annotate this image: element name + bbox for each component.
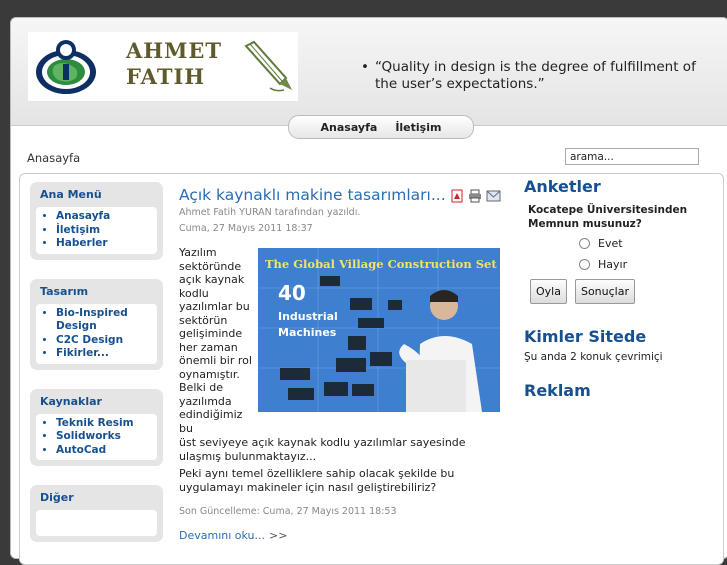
radio-button[interactable]: [579, 238, 590, 249]
menu-item-teknik-resim[interactable]: Teknik Resim: [56, 417, 153, 431]
article-author: Ahmet Fatih YURAN tarafından yazıldı.: [179, 207, 361, 218]
module-title: Ana Menü: [40, 188, 102, 201]
image-banner-text: The Global Village Construction Set: [265, 257, 497, 271]
menu-item-c2c-design[interactable]: C2C Design: [56, 334, 153, 348]
header-quote: • “Quality in design is the degree of fu…: [361, 59, 696, 92]
page-container: AHMET FATIH • “Quality in design is the …: [10, 17, 727, 565]
radio-button[interactable]: [579, 259, 590, 270]
menu-item-fikirler[interactable]: Fikirler...: [56, 347, 153, 361]
poll-option-evet[interactable]: Evet: [579, 235, 709, 252]
image-number-text: 40: [278, 281, 306, 305]
vote-button[interactable]: Oyla: [530, 279, 567, 304]
article-body: Yazılım sektöründe açık kaynak kodlu yaz…: [179, 246, 509, 435]
left-sidebar: Ana Menü Anasayfa İletişim Haberler Tasa…: [30, 182, 163, 561]
menu-module-kaynaklar: Kaynaklar Teknik Resim Solidworks AutoCa…: [30, 388, 163, 466]
menu-item-anasayfa[interactable]: Anasayfa: [56, 210, 153, 224]
image-line2-text: Machines: [278, 326, 337, 339]
image-line1-text: Industrial: [278, 310, 338, 323]
fountain-pen-icon: [244, 40, 292, 92]
poll-buttons: Oyla Sonuçlar: [530, 279, 709, 304]
read-more-arrow: >>: [269, 529, 288, 542]
poll-option-hayir[interactable]: Hayır: [579, 256, 709, 273]
module-title: Tasarım: [40, 284, 89, 298]
article-tools: [450, 189, 502, 203]
nav-item-iletisim[interactable]: İletişim: [395, 121, 441, 134]
print-icon[interactable]: [468, 189, 482, 203]
article-paragraph-2: Peki aynı temel özelliklere sahip olacak…: [179, 467, 455, 494]
article-image: The Global Village Construction Set 40 I…: [258, 248, 500, 412]
right-sidebar: Anketler Kocatepe Üniversitesinden Memnu…: [524, 176, 709, 402]
results-button[interactable]: Sonuçlar: [574, 279, 635, 304]
article: Açık kaynaklı makine tasarımları... Ahme…: [179, 185, 509, 542]
menu-module-ana-menu: Ana Menü Anasayfa İletişim Haberler: [30, 182, 163, 260]
article-continued: üst seviyeye açık kaynak kodlu yazılımla…: [179, 436, 509, 494]
search-input[interactable]: [565, 148, 699, 165]
article-date: Cuma, 27 Mayıs 2011 18:37: [179, 223, 313, 234]
pdf-icon[interactable]: [450, 189, 464, 203]
menu-item-iletisim[interactable]: İletişim: [56, 224, 153, 238]
menu-module-diger: Diğer: [30, 485, 163, 542]
logo-text: AHMET FATIH: [126, 38, 223, 89]
who-online-title: Kimler Sitede: [524, 327, 647, 346]
menu-item-autocad[interactable]: AutoCad: [56, 444, 153, 458]
article-lead-text: Yazılım sektöründe açık kaynak kodlu yaz…: [179, 246, 252, 435]
poll-question: Kocatepe Üniversitesinden Memnun musunuz…: [528, 204, 688, 230]
top-navigation: Anasayfa İletişim: [288, 115, 474, 139]
read-more-link[interactable]: Devamını oku... >>: [179, 529, 509, 542]
site-logo[interactable]: AHMET FATIH: [28, 32, 298, 101]
module-title: Kaynaklar: [40, 394, 102, 408]
nav-item-anasayfa[interactable]: Anasayfa: [321, 121, 378, 134]
menu-item-solidworks[interactable]: Solidworks: [56, 430, 153, 444]
menu-item-haberler[interactable]: Haberler: [56, 237, 153, 251]
module-title: Diğer: [40, 491, 74, 504]
who-online-text: Şu anda 2 konuk çevrimiçi: [524, 351, 663, 363]
email-icon[interactable]: [486, 190, 501, 202]
polls-title: Anketler: [524, 177, 601, 196]
globe-logo-icon: [36, 40, 96, 94]
main-content-area: Ana Menü Anasayfa İletişim Haberler Tasa…: [19, 173, 724, 565]
menu-item-bio-inspired-design[interactable]: Bio-Inspired Design: [56, 307, 153, 334]
breadcrumb[interactable]: Anasayfa: [27, 151, 80, 165]
site-header: AHMET FATIH • “Quality in design is the …: [11, 18, 727, 126]
article-continued-text: üst seviyeye açık kaynak kodlu yazılımla…: [179, 436, 466, 463]
menu-module-tasarim: Tasarım Bio-Inspired Design C2C Design F…: [30, 278, 163, 370]
last-update: Son Güncelleme: Cuma, 27 Mayıs 2011 18:5…: [179, 506, 397, 517]
ads-title: Reklam: [524, 381, 591, 400]
